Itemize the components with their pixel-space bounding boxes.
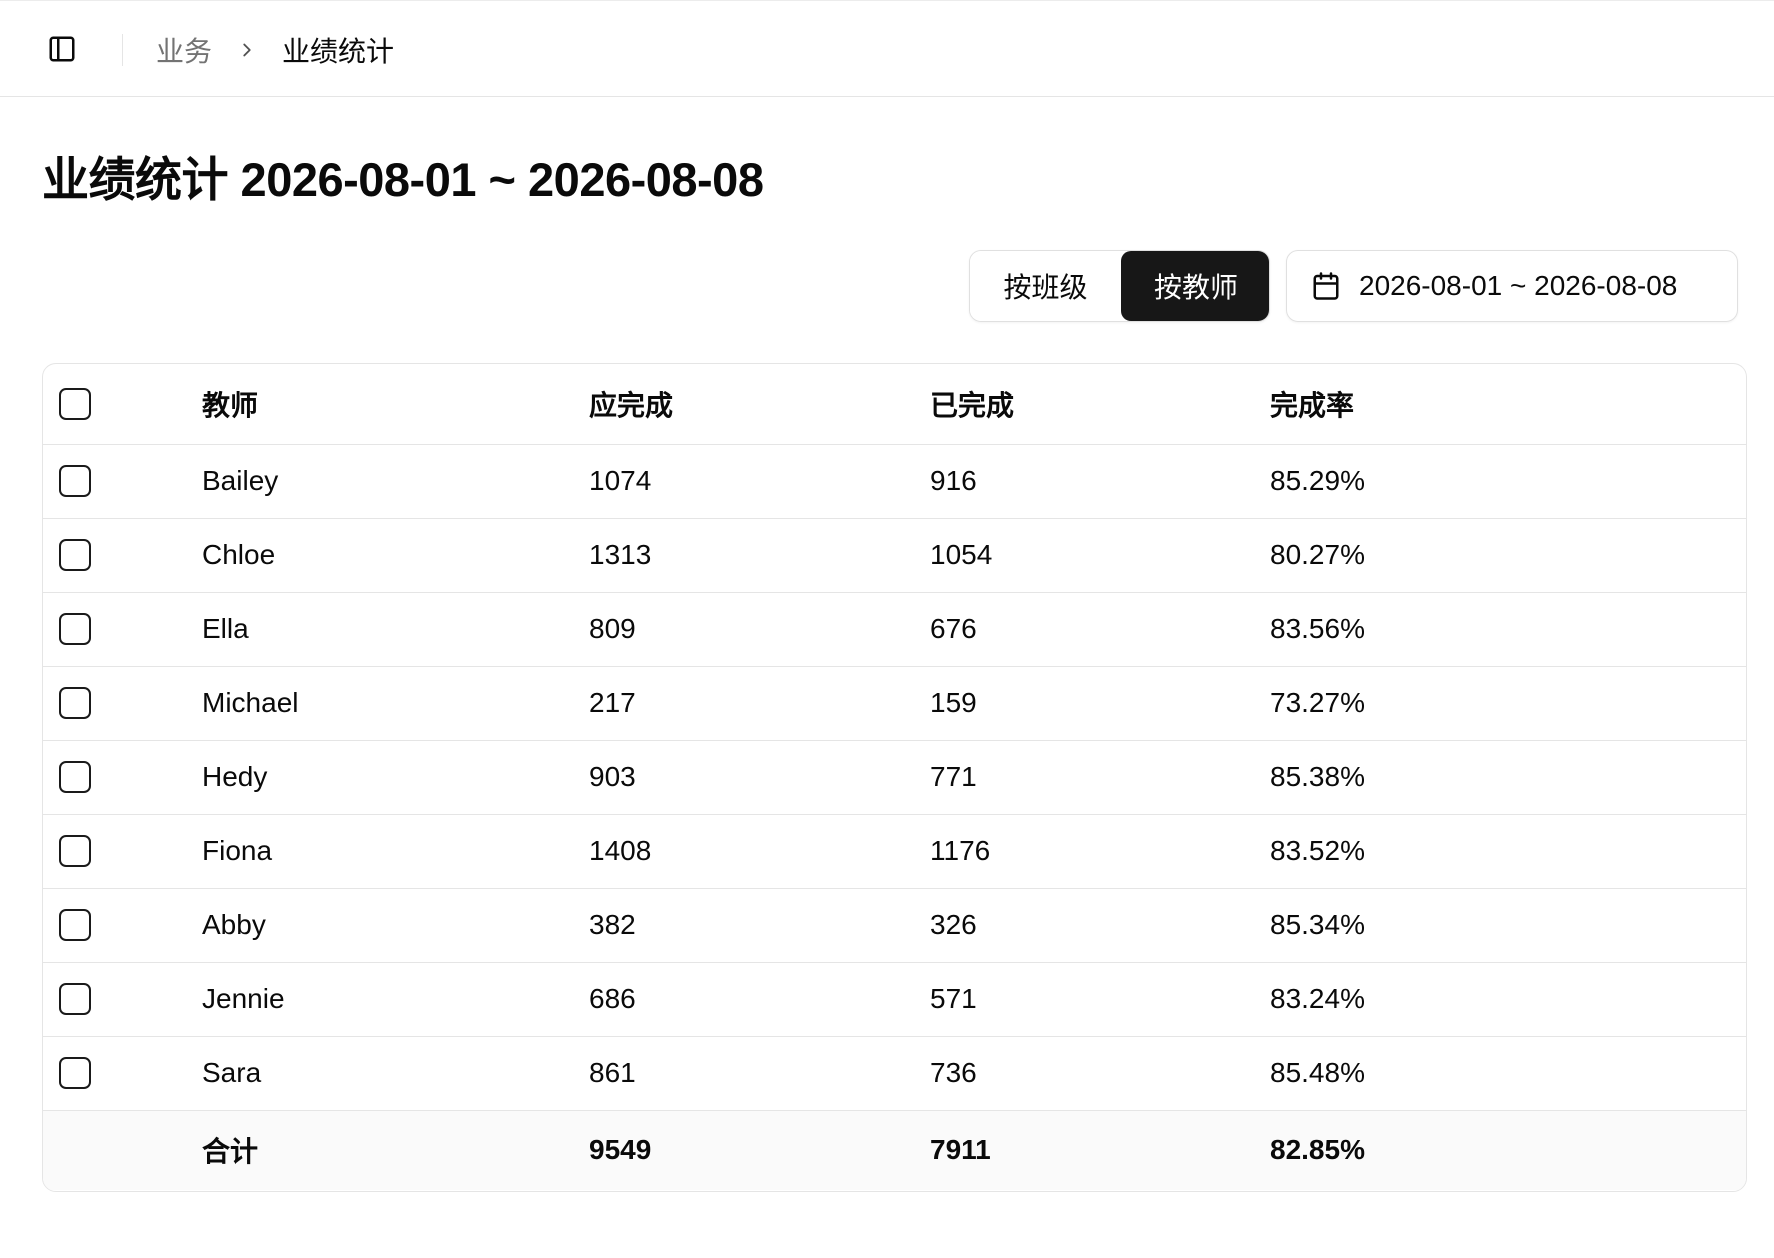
- page-title: 业绩统计 2026-08-01 ~ 2026-08-08: [42, 153, 764, 206]
- calendar-icon: [1311, 271, 1341, 301]
- total-empty-cell: [43, 1110, 202, 1190]
- table-row[interactable]: Ella 809 676 83.56%: [43, 592, 1746, 667]
- table-row[interactable]: Michael 217 159 73.27%: [43, 666, 1746, 741]
- cell-done: 916: [930, 444, 1270, 519]
- row-select-cell: [43, 1036, 202, 1111]
- cell-teacher: Abby: [202, 888, 589, 963]
- cell-teacher: Hedy: [202, 740, 589, 815]
- table-row[interactable]: Jennie 686 571 83.24%: [43, 962, 1746, 1037]
- table-row[interactable]: Hedy 903 771 85.38%: [43, 740, 1746, 815]
- cell-rate: 83.56%: [1270, 592, 1746, 667]
- cell-rate: 85.34%: [1270, 888, 1746, 963]
- cell-done: 1176: [930, 814, 1270, 889]
- row-select-checkbox[interactable]: [59, 613, 91, 645]
- row-select-cell: [43, 592, 202, 667]
- date-range-text: 2026-08-01 ~ 2026-08-08: [1359, 270, 1678, 301]
- cell-rate: 85.38%: [1270, 740, 1746, 815]
- top-bar: 业务 业绩统计: [0, 0, 1774, 97]
- cell-teacher: Ella: [202, 592, 589, 667]
- cell-teacher: Bailey: [202, 444, 589, 519]
- sidebar-panel-icon: [47, 34, 77, 69]
- cell-rate: 80.27%: [1270, 518, 1746, 593]
- cell-due: 217: [589, 666, 930, 741]
- topbar-divider: [122, 34, 123, 66]
- row-select-cell: [43, 962, 202, 1037]
- row-select-checkbox[interactable]: [59, 983, 91, 1015]
- column-header-teacher: 教师: [202, 364, 589, 445]
- cell-due: 686: [589, 962, 930, 1037]
- cell-due: 809: [589, 592, 930, 667]
- table-row[interactable]: Bailey 1074 916 85.29%: [43, 444, 1746, 519]
- column-header-due: 应完成: [589, 364, 930, 445]
- breadcrumb: 业务 业绩统计: [156, 30, 394, 70]
- cell-teacher: Sara: [202, 1036, 589, 1111]
- breadcrumb-current-page: 业绩统计: [282, 36, 395, 67]
- cell-due: 861: [589, 1036, 930, 1111]
- total-rate: 82.85%: [1270, 1134, 1365, 1166]
- cell-due: 382: [589, 888, 930, 963]
- performance-table-card: 教师 应完成 已完成 完成率 Bailey 1074 916 85.29% Chloe 1…: [42, 363, 1747, 1192]
- cell-teacher: Jennie: [202, 962, 589, 1037]
- cell-due: 1408: [589, 814, 930, 889]
- column-header-rate: 完成率: [1270, 364, 1746, 445]
- row-select-checkbox[interactable]: [59, 539, 91, 571]
- table-row[interactable]: Abby 382 326 85.34%: [43, 888, 1746, 963]
- cell-due: 903: [589, 740, 930, 815]
- row-select-cell: [43, 888, 202, 963]
- cell-teacher: Fiona: [202, 814, 589, 889]
- row-select-checkbox[interactable]: [59, 835, 91, 867]
- cell-due: 1074: [589, 444, 930, 519]
- row-select-cell: [43, 740, 202, 815]
- row-select-checkbox[interactable]: [59, 909, 91, 941]
- row-select-cell: [43, 518, 202, 593]
- table-row[interactable]: Chloe 1313 1054 80.27%: [43, 518, 1746, 593]
- row-select-cell: [43, 444, 202, 519]
- cell-rate: 83.52%: [1270, 814, 1746, 889]
- row-select-checkbox[interactable]: [59, 1057, 91, 1089]
- table-total-row: 合计 9549 7911 82.85%: [43, 1110, 1746, 1190]
- cell-done: 736: [930, 1036, 1270, 1111]
- cell-done: 326: [930, 888, 1270, 963]
- by-class-button[interactable]: 按班级: [970, 251, 1121, 321]
- cell-teacher: Chloe: [202, 518, 589, 593]
- row-select-checkbox[interactable]: [59, 687, 91, 719]
- cell-done: 1054: [930, 518, 1270, 593]
- chevron-right-icon: [212, 30, 282, 70]
- row-select-cell: [43, 666, 202, 741]
- group-mode-toggle: 按班级 按教师: [969, 250, 1270, 322]
- date-range-picker[interactable]: 2026-08-01 ~ 2026-08-08: [1286, 250, 1738, 322]
- by-teacher-button[interactable]: 按教师: [1121, 251, 1269, 321]
- cell-rate: 85.48%: [1270, 1036, 1746, 1111]
- breadcrumb-parent-link[interactable]: 业务: [156, 30, 212, 70]
- table-header-row: 教师 应完成 已完成 完成率: [43, 364, 1746, 445]
- select-all-checkbox[interactable]: [59, 387, 91, 420]
- total-done: 7911: [930, 1134, 991, 1166]
- cell-rate: 85.29%: [1270, 444, 1746, 519]
- performance-table: 教师 应完成 已完成 完成率 Bailey 1074 916 85.29% Chloe 1…: [43, 364, 1746, 1190]
- column-header-done: 已完成: [930, 364, 1270, 445]
- sidebar-toggle-button[interactable]: [40, 29, 84, 73]
- cell-done: 771: [930, 740, 1270, 815]
- cell-rate: 73.27%: [1270, 666, 1746, 741]
- total-due: 9549: [589, 1134, 652, 1166]
- cell-done: 571: [930, 962, 1270, 1037]
- row-select-cell: [43, 814, 202, 889]
- row-select-checkbox[interactable]: [59, 761, 91, 793]
- total-label: 合计: [202, 1136, 259, 1168]
- table-row[interactable]: Sara 861 736 85.48%: [43, 1036, 1746, 1111]
- cell-done: 159: [930, 666, 1270, 741]
- cell-rate: 83.24%: [1270, 962, 1746, 1037]
- select-all-cell: [43, 364, 202, 445]
- table-row[interactable]: Fiona 1408 1176 83.52%: [43, 814, 1746, 889]
- row-select-checkbox[interactable]: [59, 465, 91, 497]
- cell-teacher: Michael: [202, 666, 589, 741]
- cell-done: 676: [930, 592, 1270, 667]
- cell-due: 1313: [589, 518, 930, 593]
